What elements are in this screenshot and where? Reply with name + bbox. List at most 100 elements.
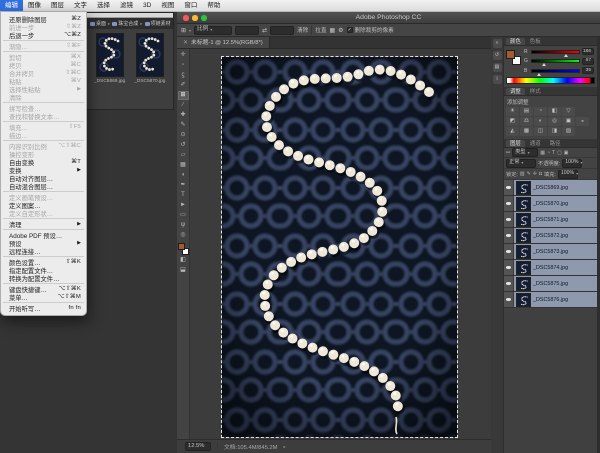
tool-preset-caret[interactable]: ▾ <box>189 28 191 33</box>
zoom-tool[interactable]: ◎ <box>178 231 189 240</box>
marquee-tool[interactable]: ▫ <box>178 61 189 70</box>
vibrance-icon[interactable]: ▽ <box>562 107 575 116</box>
gradient-tool[interactable]: ▦ <box>178 161 189 170</box>
filter-shape-layers-icon[interactable]: ▢ <box>557 150 562 156</box>
crop-tool[interactable]: ⊞ <box>178 91 189 100</box>
info-panel-icon[interactable]: i <box>493 75 502 84</box>
toolbar-color-swatches[interactable] <box>178 243 189 255</box>
slider-knob[interactable] <box>542 63 546 66</box>
tab-调整[interactable]: 调整 <box>506 88 525 95</box>
visibility-toggle[interactable] <box>504 180 514 195</box>
lock-image-icon[interactable]: ✎ <box>527 171 531 177</box>
slider-knob[interactable] <box>537 73 541 76</box>
filter-smart-objects-icon[interactable]: ▣ <box>564 150 569 156</box>
crop-tool-preset-icon[interactable]: ⊞ <box>181 27 186 34</box>
tab-路径[interactable]: 路径 <box>546 140 565 147</box>
layer-row[interactable]: _DSC5876.jpg <box>504 292 597 308</box>
lasso-tool[interactable]: ϛ <box>178 71 189 80</box>
invert-icon[interactable]: ◭ <box>506 127 519 136</box>
history-panel-icon[interactable]: ↺ <box>493 51 502 60</box>
color-swatches[interactable] <box>506 50 521 65</box>
zoom-level-field[interactable]: 12.5% <box>185 442 211 451</box>
menu-item-开始听写…[interactable]: 开始听写…fn fn <box>1 304 86 312</box>
clone-stamp-tool[interactable]: ⊙ <box>178 131 189 140</box>
exposure-icon[interactable]: ◧ <box>548 107 561 116</box>
levels-icon[interactable]: ▤ <box>520 107 533 116</box>
tab-样式[interactable]: 样式 <box>526 88 545 95</box>
healing-brush-tool[interactable]: ✚ <box>178 111 189 120</box>
slider-track[interactable] <box>531 50 580 54</box>
brush-tool[interactable]: ✎ <box>178 121 189 130</box>
eraser-tool[interactable]: ▱ <box>178 151 189 160</box>
layer-row[interactable]: _DSC5869.jpg <box>504 180 597 196</box>
delete-cropped-pixels-checkbox[interactable]: ✓ 删除裁剪的像素 <box>347 26 394 34</box>
menu-item-自动混合图层…[interactable]: 自动混合图层… <box>1 182 86 190</box>
close-document-icon[interactable]: ✕ <box>183 37 188 49</box>
posterize-icon[interactable]: ▩ <box>520 127 533 136</box>
visibility-toggle[interactable] <box>504 196 514 211</box>
breadcrumb-segment[interactable]: 桌面 <box>90 20 106 27</box>
visibility-toggle[interactable] <box>504 276 514 291</box>
breadcrumb-segment[interactable]: 珠宝合成 <box>112 20 138 27</box>
status-options-caret[interactable]: ▸ <box>284 444 286 449</box>
collapse-panels-icon[interactable]: » <box>493 39 502 48</box>
crop-settings-gear-icon[interactable]: ⚙ <box>338 27 343 34</box>
filter-type-layers-icon[interactable]: T <box>552 150 555 156</box>
overlay-options-icon[interactable]: ▦ <box>329 27 335 34</box>
menubar-item-编辑[interactable]: 编辑 <box>0 0 23 11</box>
visibility-toggle[interactable] <box>504 228 514 243</box>
brightness-contrast-icon[interactable]: ☀ <box>506 107 519 116</box>
threshold-icon[interactable]: ◫ <box>534 127 547 136</box>
dodge-tool[interactable]: ◖ <box>178 171 189 180</box>
clear-button[interactable]: 清除 <box>297 26 308 34</box>
crop-height-field[interactable] <box>270 26 294 35</box>
properties-panel-icon[interactable]: ▤ <box>493 63 502 72</box>
breadcrumb-segment[interactable]: 项链素材 <box>145 20 171 27</box>
slider-knob[interactable] <box>564 54 568 57</box>
channel-value[interactable]: 186 <box>582 48 594 55</box>
channel-value[interactable]: 67 <box>582 58 594 65</box>
history-brush-tool[interactable]: ↺ <box>178 141 189 150</box>
filter-pixel-layers-icon[interactable]: ▦ <box>540 150 545 156</box>
slider-track[interactable] <box>531 59 580 63</box>
filter-adjustment-layers-icon[interactable]: ◔ <box>547 150 550 156</box>
lock-all-icon[interactable]: ◘ <box>539 171 542 177</box>
visibility-toggle[interactable] <box>504 292 514 307</box>
swap-dimensions-icon[interactable]: ⇄ <box>262 27 267 34</box>
black-white-icon[interactable]: ◐ <box>534 117 547 126</box>
menu-item-清理[interactable]: 清理▶ <box>1 220 86 228</box>
type-tool[interactable]: T <box>178 191 189 200</box>
visibility-toggle[interactable] <box>504 212 514 227</box>
menubar-item-图层[interactable]: 图层 <box>46 0 69 11</box>
menubar-item-选择[interactable]: 选择 <box>92 0 115 11</box>
menubar-item-文字[interactable]: 文字 <box>69 0 92 11</box>
path-selection-tool[interactable]: ► <box>178 201 189 210</box>
menubar-item-3D[interactable]: 3D <box>138 0 156 11</box>
hue-saturation-icon[interactable]: ◩ <box>506 117 519 126</box>
menubar-item-窗口[interactable]: 窗口 <box>179 0 202 11</box>
foreground-color-swatch[interactable] <box>178 243 185 250</box>
layer-row[interactable]: _DSC5871.jpg <box>504 212 597 228</box>
channel-value[interactable]: 35 <box>582 67 594 74</box>
menubar-item-帮助[interactable]: 帮助 <box>202 0 225 11</box>
menubar-item-滤镜[interactable]: 滤镜 <box>115 0 138 11</box>
selective-color-icon[interactable]: ▧ <box>562 127 575 136</box>
slider-track[interactable] <box>531 69 580 73</box>
layer-row[interactable]: _DSC5873.jpg <box>504 244 597 260</box>
gradient-map-icon[interactable]: ◨ <box>548 127 561 136</box>
menu-item-远程连接…[interactable]: 远程连接… <box>1 247 86 255</box>
file-item[interactable]: _DSC5869.jpg <box>94 34 125 84</box>
visibility-toggle[interactable] <box>504 260 514 275</box>
layer-row[interactable]: _DSC5874.jpg <box>504 260 597 276</box>
channel-mixer-icon[interactable]: ▣ <box>562 117 575 126</box>
color-slider-R[interactable]: R186 <box>524 48 594 55</box>
crop-width-field[interactable] <box>235 26 259 35</box>
lock-transparent-icon[interactable]: ▨ <box>520 171 525 177</box>
pen-tool[interactable]: ✒ <box>178 181 189 190</box>
move-tool[interactable]: ✛ <box>178 51 189 60</box>
hand-tool[interactable]: ψ <box>178 221 189 230</box>
photo-filter-icon[interactable]: ◎ <box>548 117 561 126</box>
color-slider-B[interactable]: B35 <box>524 67 594 74</box>
curves-icon[interactable]: ◔ <box>534 107 547 116</box>
lock-position-icon[interactable]: ✛ <box>533 171 537 177</box>
